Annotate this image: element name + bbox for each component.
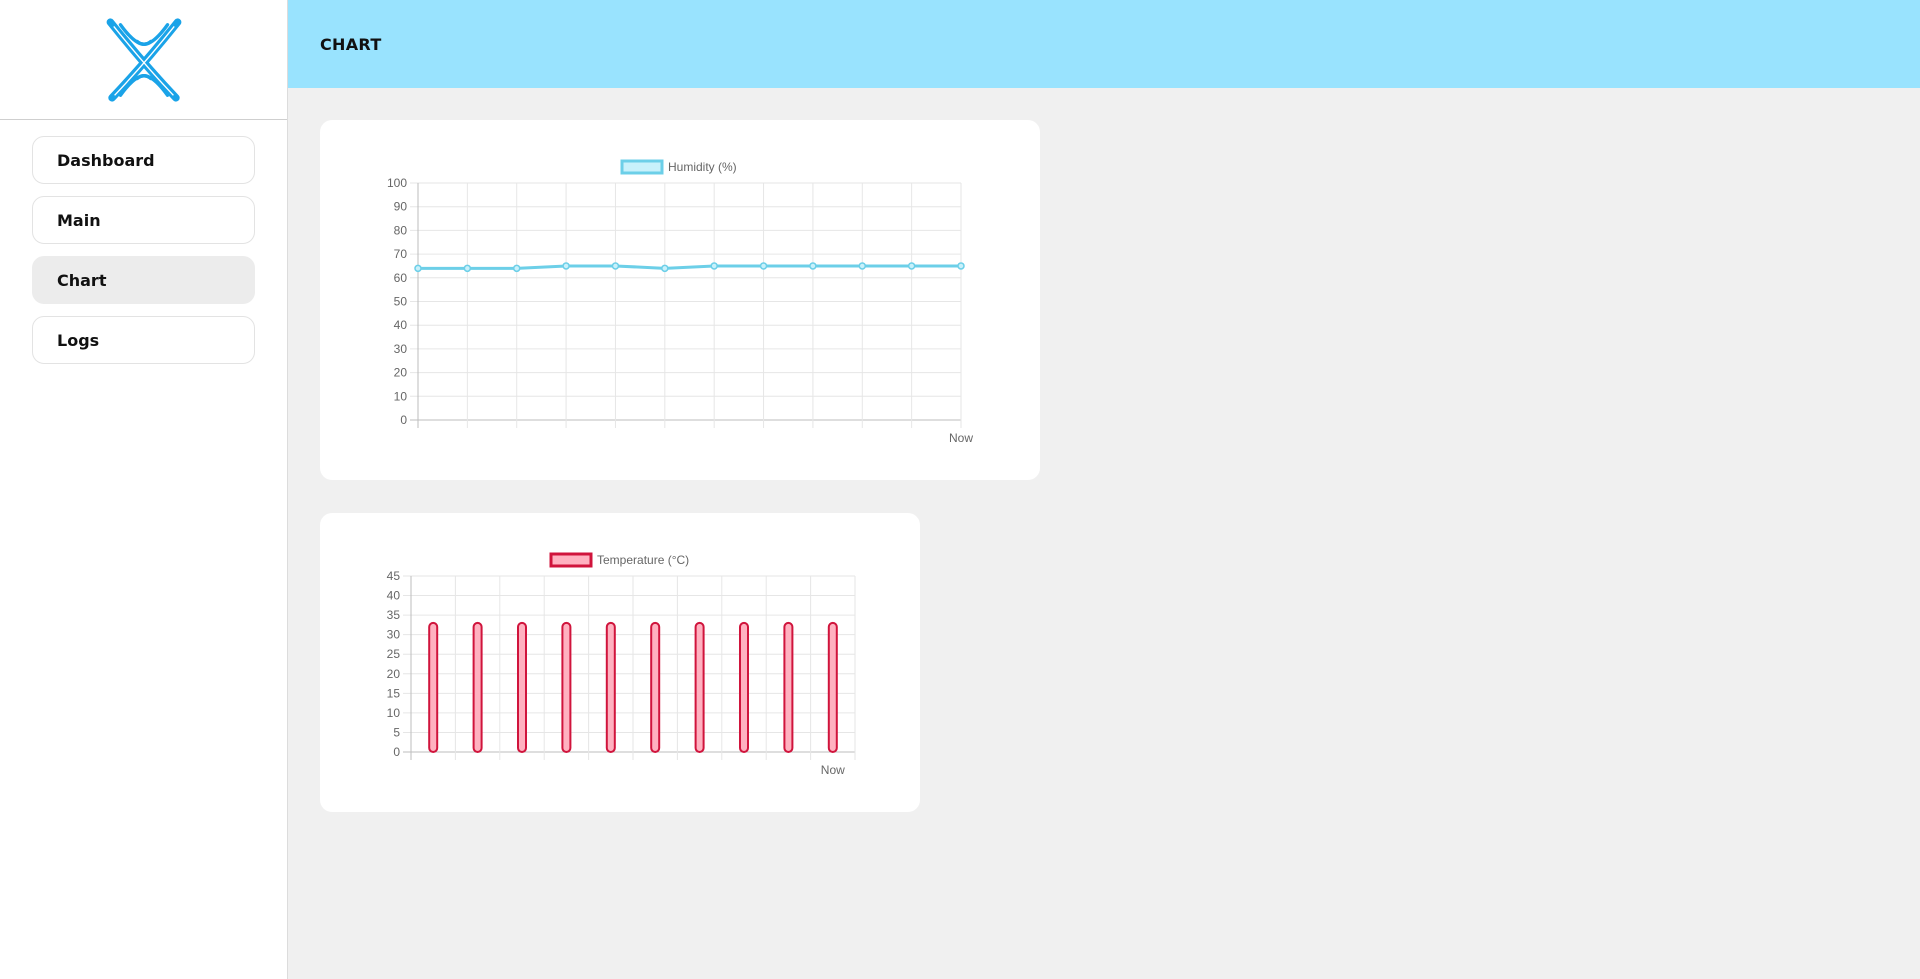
humidity-point [858,262,867,270]
y-tick-label: 0 [400,413,407,427]
y-tick-label: 0 [393,745,400,759]
y-tick-label: 35 [387,608,401,622]
sidebar-item-dashboard[interactable]: Dashboard [32,136,255,184]
temperature-bar [650,621,661,753]
sidebar-item-logs[interactable]: Logs [32,316,255,364]
page-title: CHART [320,34,382,54]
y-tick-label: 20 [394,366,408,380]
humidity-point [414,264,422,273]
y-tick-label: 20 [387,667,401,681]
humidity-point [611,262,620,270]
y-tick-label: 5 [393,725,400,739]
temperature-bar [605,621,616,753]
y-tick-label: 10 [394,389,408,403]
y-tick-label: 40 [387,589,401,603]
temperature-bar [428,621,439,753]
sidebar-item-main[interactable]: Main [32,196,255,244]
x-tick-label: Now [949,431,973,445]
legend-swatch [549,552,593,568]
sidebar-item-chart[interactable]: Chart [32,256,255,304]
humidity-point [907,262,916,270]
y-tick-label: 80 [394,223,408,237]
y-tick-label: 100 [387,176,407,190]
temperature-bar [783,621,794,753]
humidity-point [809,262,817,270]
y-tick-label: 60 [394,271,408,285]
legend-label: Humidity (%) [668,160,737,174]
legend-swatch [620,159,664,175]
y-tick-label: 15 [387,686,401,700]
sidebar: Dashboard Main Chart Logs [0,0,288,979]
temperature-bar [561,621,572,753]
y-tick-label: 10 [387,706,401,720]
temperature-bar [739,621,749,753]
y-tick-label: 30 [394,342,408,356]
y-tick-label: 50 [394,295,408,309]
y-tick-label: 40 [394,318,408,332]
y-tick-label: 45 [387,569,401,583]
y-tick-label: 30 [387,628,401,642]
temperature-bar [517,621,527,753]
temperature-bar [827,621,838,753]
header-bar: CHART [288,0,1920,88]
humidity-line [418,264,961,270]
x-tick-label: Now [821,763,845,777]
y-tick-label: 25 [387,647,401,661]
humidity-point [710,262,718,270]
humidity-point [562,262,570,270]
y-tick-label: 90 [394,200,408,214]
temperature-bar [472,621,483,753]
humidity-point [759,262,768,270]
temperature-bar [694,621,705,753]
sidebar-nav: Dashboard Main Chart Logs [0,120,287,364]
temperature-chart: 0 5 10 15 20 25 30 35 40 45 Now Temperature (°C) [387,552,856,777]
humidity-point [661,264,669,273]
humidity-point [463,264,472,273]
y-tick-label: 70 [394,247,408,261]
x-logo-icon[interactable] [102,17,186,102]
logo-area [0,0,287,120]
temperature-chart-card: 0 5 10 15 20 25 30 35 40 45 Now Temperature (°C) [320,513,920,812]
legend-label: Temperature (°C) [597,553,689,567]
humidity-chart: 0 10 20 30 40 50 60 70 80 90 100 Now Humidity (%) [387,159,973,445]
humidity-point [512,264,521,273]
humidity-chart-card: 0 10 20 30 40 50 60 70 80 90 100 Now Humidity (%) [320,120,1040,480]
humidity-point [957,262,965,270]
